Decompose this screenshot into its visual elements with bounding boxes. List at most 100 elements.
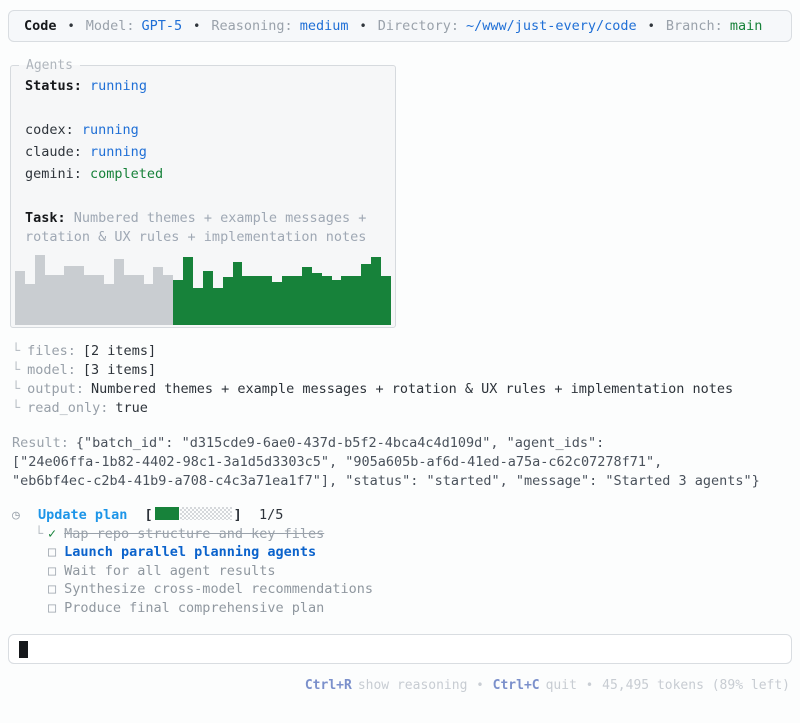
plan-item: □ Synthesize cross-model recommendations [35, 580, 800, 598]
branch-icon: └ [12, 343, 21, 359]
sparkline-bar-active [291, 276, 302, 325]
plan-title: Update plan [37, 507, 128, 523]
agent-row-claude: claude: running [25, 141, 381, 163]
sparkline-bar-active [380, 276, 391, 325]
param-row-read_only: └ read_only: true [12, 399, 800, 418]
param-value: Numbered themes + example messages + rot… [91, 381, 734, 397]
separator-dot: • [585, 678, 594, 693]
sparkline-bar-elapsed [34, 255, 45, 325]
sparkline-bar-active [321, 276, 332, 325]
progress-remainder [179, 507, 232, 520]
sparkline-bar-active [173, 280, 184, 325]
sparkline-bar-elapsed [54, 275, 65, 325]
separator-dot: • [193, 19, 201, 33]
status-bar: Code • Model: GPT-5 • Reasoning: medium • Direc… [8, 10, 792, 42]
footer-hints: Ctrl+R show reasoning • Ctrl+C quit • 45,495 t… [0, 678, 790, 693]
sparkline-bar-elapsed [84, 275, 95, 325]
clock-icon: ◷ [12, 508, 20, 523]
sparkline-bar-active [371, 256, 381, 325]
checkbox-icon: □ [48, 599, 57, 616]
result-label: Result: [12, 435, 69, 451]
sparkline-bar-elapsed [104, 283, 114, 325]
task-text: Numbered themes + example messages + rot… [25, 210, 367, 245]
separator-dot: • [67, 19, 75, 33]
status-value: running [90, 78, 147, 94]
sparkline-bar-elapsed [94, 275, 105, 325]
agents-status-row: Status: running [25, 75, 381, 97]
sparkline-bar-active [282, 276, 292, 325]
sparkline-bar-elapsed [163, 275, 174, 325]
sparkline-bar-active [222, 277, 233, 325]
shortcut-key: Ctrl+C [492, 678, 540, 694]
progress-fill [154, 507, 179, 520]
param-key: read_only: [27, 400, 109, 416]
task-label: Task: [25, 210, 66, 226]
sparkline-bar-elapsed [113, 258, 124, 325]
header-model-label: Model: [85, 18, 135, 34]
result-output: Result: {"batch_id": "d315cde9-6ae0-437d-… [12, 434, 788, 491]
text-cursor [19, 641, 28, 659]
sparkline-bar-active [341, 276, 352, 325]
sparkline-bar-elapsed [133, 275, 144, 325]
plan-widget: ◷ Update plan [] 1/5 └ ✓ Map repo structur… [10, 506, 800, 617]
header-directory-value: ~/www/just-every/code [465, 18, 637, 34]
plan-item-label: Launch parallel planning agents [64, 544, 317, 561]
agent-row-gemini: gemini: completed [25, 163, 381, 185]
plan-item: └ ✓ Map repo structure and key files [35, 525, 800, 543]
agent-name: gemini: [25, 166, 91, 182]
sparkline-bar-active [212, 287, 223, 325]
branch-icon: └ [35, 526, 44, 542]
plan-item-list: └ ✓ Map repo structure and key files □ Launc… [35, 525, 800, 617]
separator-dot: • [476, 678, 484, 693]
checkbox-icon: □ [48, 562, 57, 579]
shortcut-key: Ctrl+R [304, 678, 352, 694]
progress-bracket-open: [ [144, 507, 153, 523]
agents-panel-body: Status: running codex: running claude: ru… [11, 73, 395, 247]
progress-bracket-close: ] [233, 507, 242, 523]
sparkline-bar-elapsed [24, 283, 35, 325]
status-label: Status: [25, 78, 82, 94]
plan-header: ◷ Update plan [] 1/5 [10, 506, 800, 525]
sparkline-bar-active [262, 276, 273, 325]
param-value: true [115, 400, 148, 416]
param-key: model: [27, 362, 76, 378]
agent-row-codex: codex: running [25, 119, 381, 141]
plan-item: □ Produce final comprehensive plan [35, 599, 800, 617]
param-value: [2 items] [82, 343, 157, 359]
sparkline-bar-active [252, 276, 263, 325]
composer-input[interactable] [8, 634, 792, 665]
agent-name: claude: [25, 144, 91, 160]
sparkline-bar-active [311, 273, 322, 325]
sparkline-bar-active [202, 271, 213, 325]
agent-status-list: codex: running claude: running gemini: com… [25, 119, 381, 185]
agent-status: running [81, 122, 139, 138]
branch-icon: └ [12, 381, 21, 397]
separator-dot: • [647, 19, 655, 33]
sparkline-bar-active [242, 276, 253, 325]
sparkline-bar-elapsed [153, 267, 164, 325]
checkbox-icon: □ [48, 581, 57, 598]
sparkline-bar-elapsed [15, 271, 25, 325]
sparkline-bar-active [193, 287, 203, 325]
agent-status: running [90, 144, 147, 160]
param-row-output: └ output: Numbered themes + example messag… [12, 380, 800, 399]
header-branch-value: main [729, 18, 763, 34]
sparkline-bar-active [351, 276, 362, 325]
param-value: [3 items] [82, 362, 157, 378]
plan-progress-count: 1/5 [258, 507, 284, 523]
agent-status: completed [90, 166, 164, 182]
activity-sparkline [15, 253, 391, 325]
sparkline-bar-active [301, 267, 312, 325]
plan-item-label: Synthesize cross-model recommendations [64, 581, 373, 598]
branch-icon: └ [12, 400, 21, 416]
agents-panel: Agents Status: running codex: running cla… [10, 58, 396, 328]
agents-panel-title: Agents [26, 58, 73, 73]
result-json: {"batch_id": "d315cde9-6ae0-437d-b5f2-4b… [12, 435, 760, 489]
sparkline-bar-active [183, 256, 194, 325]
sparkline-bar-active [272, 281, 283, 325]
sparkline-bar-elapsed [64, 265, 75, 325]
header-reasoning-label: Reasoning: [211, 18, 293, 34]
sparkline-bar-elapsed [44, 275, 55, 325]
app-title: Code [24, 18, 57, 34]
agent-name: codex: [25, 122, 82, 138]
